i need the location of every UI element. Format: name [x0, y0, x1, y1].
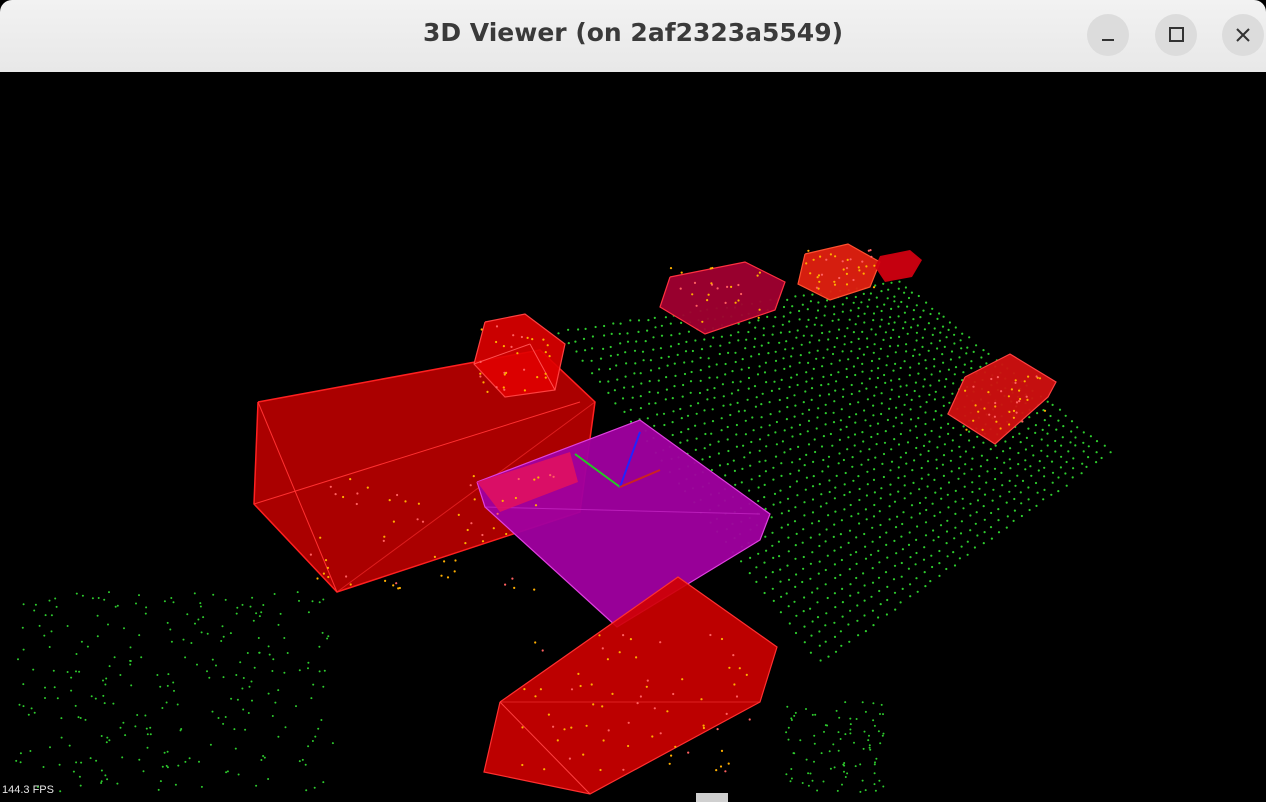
close-icon — [1236, 28, 1250, 42]
close-button[interactable] — [1222, 14, 1264, 56]
object-box-far-3 — [875, 250, 922, 282]
maximize-button[interactable] — [1155, 14, 1197, 56]
point-cloud-scene[interactable] — [0, 72, 1266, 802]
object-box-far-2 — [797, 243, 881, 301]
minimize-icon — [1102, 39, 1114, 41]
resize-handle[interactable] — [696, 793, 728, 802]
3d-viewport[interactable]: 144.3 FPS — [0, 72, 1266, 802]
window-title: 3D Viewer (on 2af2323a5549) — [422, 18, 844, 47]
maximize-icon — [1169, 27, 1184, 42]
viewer-window: 3D Viewer (on 2af2323a5549) 144.3 FPS — [0, 0, 1266, 802]
fps-counter: 144.3 FPS — [2, 784, 54, 796]
minimize-button[interactable] — [1087, 14, 1129, 56]
object-box-far-1 — [659, 261, 786, 335]
title-bar[interactable]: 3D Viewer (on 2af2323a5549) — [0, 0, 1266, 73]
object-box-right — [947, 353, 1057, 445]
